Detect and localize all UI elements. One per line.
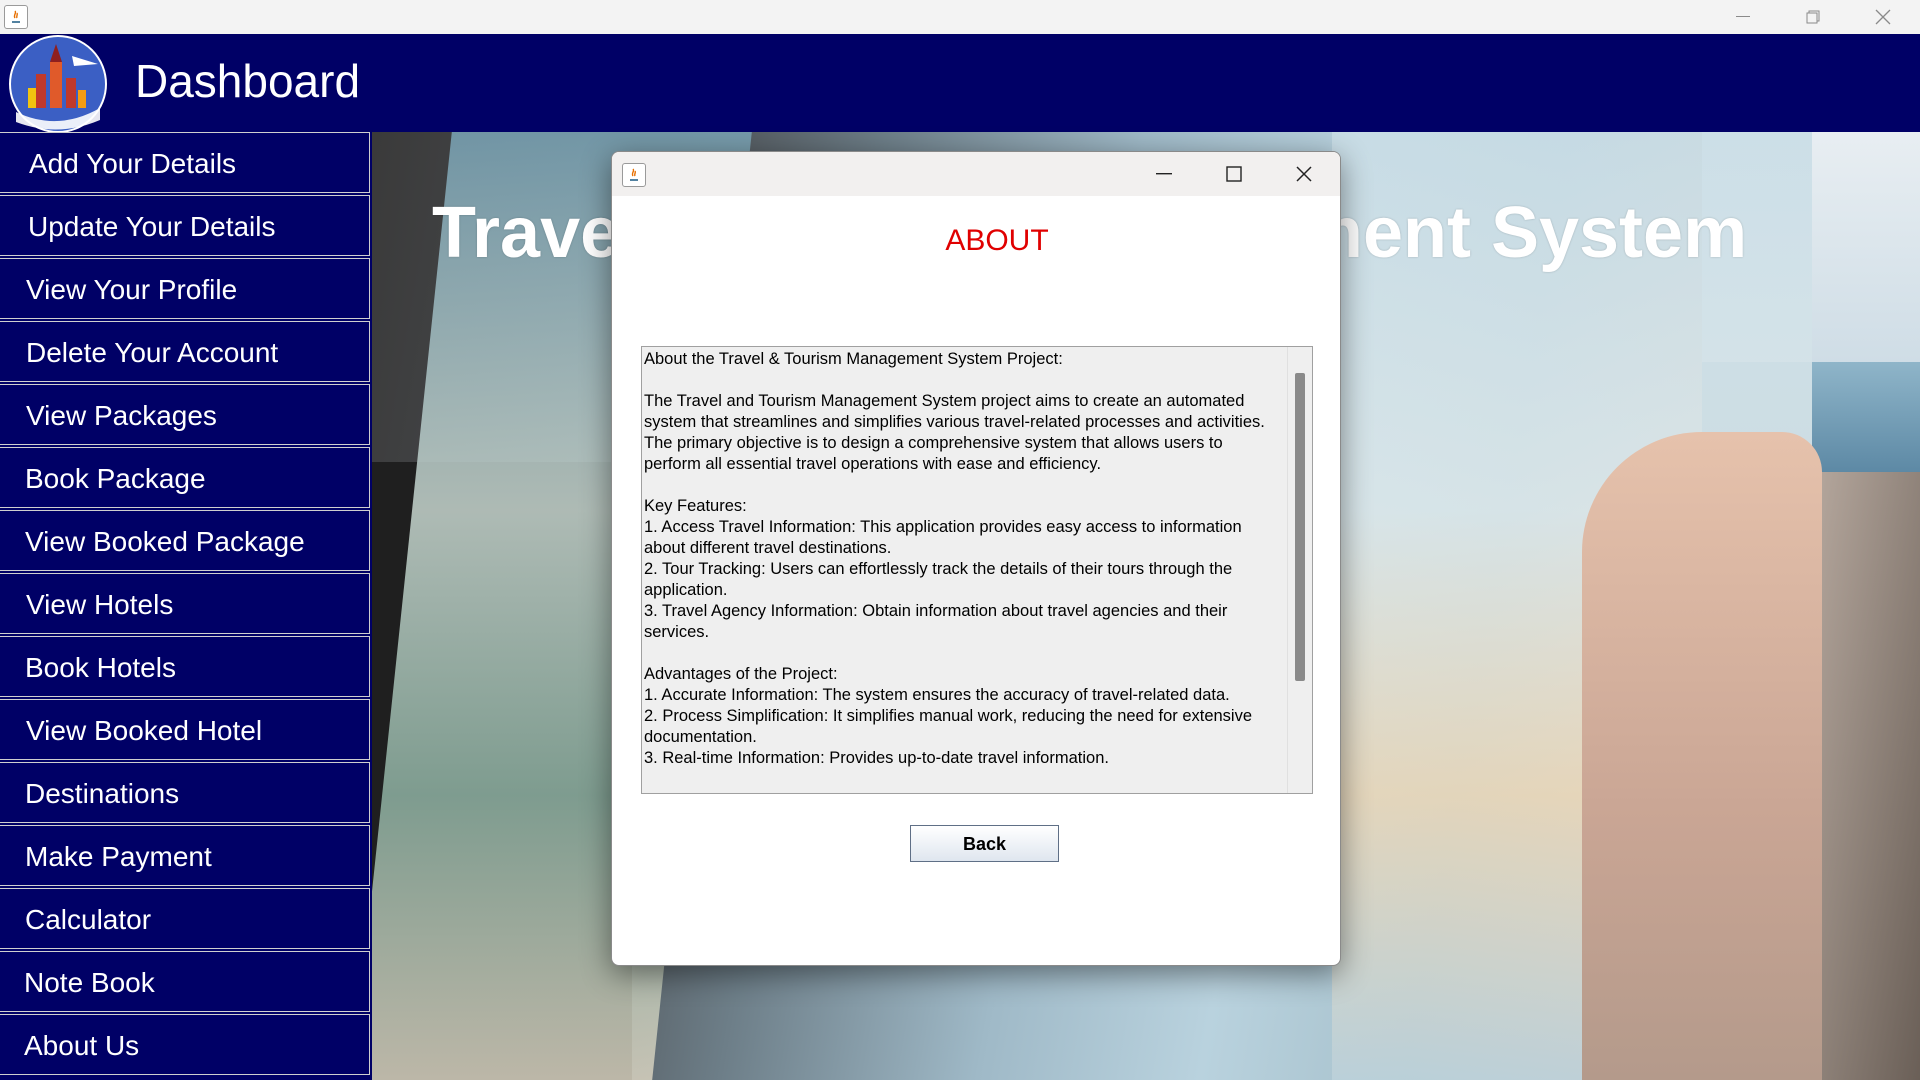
sidebar-item-make-payment[interactable]: Make Payment bbox=[0, 825, 370, 886]
sidebar-item-label: Book Package bbox=[25, 463, 206, 494]
sidebar-item-label: Update Your Details bbox=[28, 211, 276, 242]
about-text-area[interactable]: About the Travel & Tourism Management Sy… bbox=[641, 346, 1313, 794]
sidebar-item-book-package[interactable]: Book Package bbox=[0, 447, 370, 508]
sidebar: Add Your Details Update Your Details Vie… bbox=[0, 132, 372, 1080]
sidebar-item-calculator[interactable]: Calculator bbox=[0, 888, 370, 949]
sidebar-item-label: View Booked Hotel bbox=[26, 715, 263, 746]
sidebar-item-delete-account[interactable]: Delete Your Account bbox=[0, 321, 370, 382]
sidebar-item-label: View Packages bbox=[26, 400, 217, 431]
sidebar-item-label: Destinations bbox=[25, 778, 180, 809]
sidebar-item-view-hotels[interactable]: View Hotels bbox=[0, 573, 370, 634]
sidebar-item-about-us[interactable]: About Us bbox=[0, 1014, 370, 1075]
sidebar-item-view-profile[interactable]: View Your Profile bbox=[0, 258, 370, 319]
java-icon bbox=[4, 5, 28, 29]
sidebar-item-view-booked-package[interactable]: View Booked Package bbox=[0, 510, 370, 571]
page-title: Dashboard bbox=[135, 55, 361, 107]
restore-icon[interactable] bbox=[1782, 0, 1844, 34]
sidebar-item-label: Make Payment bbox=[25, 841, 212, 872]
sidebar-item-label: Delete Your Account bbox=[26, 337, 279, 368]
minimize-icon[interactable] bbox=[1132, 152, 1196, 196]
sidebar-item-label: View Hotels bbox=[26, 589, 174, 620]
sidebar-item-note-book[interactable]: Note Book bbox=[0, 951, 370, 1012]
window-titlebar bbox=[0, 0, 1920, 34]
maximize-icon[interactable] bbox=[1202, 152, 1266, 196]
about-heading: ABOUT bbox=[945, 224, 1049, 257]
minimize-icon[interactable] bbox=[1712, 0, 1774, 34]
sidebar-item-book-hotels[interactable]: Book Hotels bbox=[0, 636, 370, 697]
sidebar-item-view-packages[interactable]: View Packages bbox=[0, 384, 370, 445]
hand-holding-map bbox=[1582, 432, 1822, 1080]
back-button[interactable]: Back bbox=[910, 825, 1059, 862]
sidebar-item-label: About Us bbox=[24, 1030, 140, 1061]
about-dialog: ABOUT About the Travel & Tourism Managem… bbox=[611, 151, 1341, 966]
city-globe-logo bbox=[2, 34, 116, 133]
about-text: About the Travel & Tourism Management Sy… bbox=[644, 350, 1265, 767]
scrollbar-thumb[interactable] bbox=[1295, 373, 1305, 681]
sidebar-item-add-details[interactable]: Add Your Details bbox=[0, 132, 370, 193]
sidebar-item-destinations[interactable]: Destinations bbox=[0, 762, 370, 823]
vertical-scrollbar[interactable] bbox=[1287, 347, 1312, 793]
sidebar-item-label: Calculator bbox=[25, 904, 152, 935]
sidebar-item-update-details[interactable]: Update Your Details bbox=[0, 195, 370, 256]
sidebar-item-label: Add Your Details bbox=[29, 148, 237, 179]
sidebar-item-view-booked-hotel[interactable]: View Booked Hotel bbox=[0, 699, 370, 760]
close-icon[interactable] bbox=[1852, 0, 1914, 34]
java-icon bbox=[622, 163, 646, 187]
sidebar-item-label: View Booked Package bbox=[25, 526, 305, 557]
sidebar-item-label: Note Book bbox=[24, 967, 155, 998]
close-icon[interactable] bbox=[1272, 152, 1336, 196]
sidebar-item-label: View Your Profile bbox=[26, 274, 238, 305]
dialog-titlebar bbox=[612, 152, 1340, 196]
sidebar-item-label: Book Hotels bbox=[25, 652, 176, 683]
